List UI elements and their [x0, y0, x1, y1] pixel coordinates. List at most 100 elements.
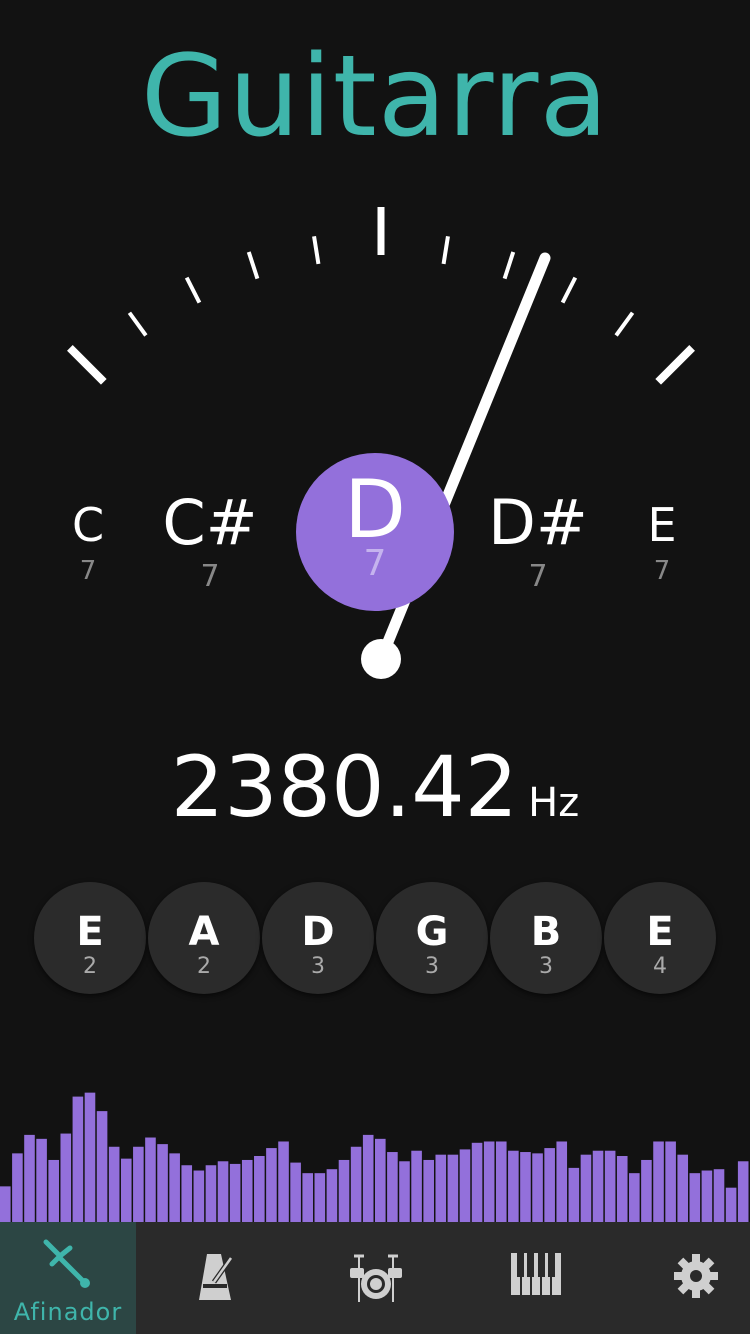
bottom-nav: Afinador: [0, 1222, 750, 1334]
spectrum-bar: [725, 1187, 737, 1222]
spectrum-bar: [399, 1161, 410, 1222]
gauge-tick: [127, 311, 148, 337]
spectrum-bar: [459, 1149, 471, 1222]
gauge-tick: [614, 311, 635, 337]
string-button-a2[interactable]: A 2: [148, 882, 260, 994]
spectrum-bar: [689, 1173, 701, 1222]
tab-tuner[interactable]: Afinador: [0, 1222, 136, 1334]
gauge-tick: [184, 276, 202, 304]
gauge-tick: [312, 235, 321, 265]
spectrum-bar: [157, 1144, 168, 1222]
spectrum-bar: [84, 1092, 96, 1222]
string-octave: 4: [653, 954, 667, 979]
spectrum-bar: [471, 1142, 483, 1222]
gauge-tick: [441, 235, 450, 265]
string-octave: 3: [539, 954, 553, 979]
spectrum-bar: [375, 1138, 386, 1222]
string-octave: 2: [83, 954, 97, 979]
note-octave: 7: [79, 556, 97, 586]
spectrum-bar: [677, 1154, 689, 1222]
spectrum-bar: [108, 1146, 120, 1222]
note-e: E 7: [622, 498, 702, 586]
metronome-icon: [195, 1252, 237, 1306]
spectrum-bar: [217, 1161, 229, 1222]
frequency-unit: Hz: [528, 780, 580, 826]
tab-piano[interactable]: [468, 1222, 604, 1334]
gauge-tick: [67, 345, 107, 385]
gear-icon: [672, 1252, 720, 1304]
spectrum-bar: [653, 1141, 664, 1222]
string-octave: 3: [425, 954, 439, 979]
spectrum-bar: [629, 1173, 640, 1222]
spectrum-bar: [12, 1153, 23, 1222]
spectrum-bar: [508, 1150, 519, 1222]
tab-settings[interactable]: [628, 1222, 750, 1334]
string-note: D: [301, 909, 335, 955]
spectrum-bar: [665, 1141, 676, 1222]
string-note: A: [188, 909, 220, 955]
tuning-fork-icon: [38, 1236, 98, 1300]
spectrum-bar: [60, 1133, 72, 1222]
spectrum-bar: [483, 1141, 495, 1222]
spectrum-bar: [592, 1150, 604, 1222]
spectrum-bar: [278, 1141, 289, 1222]
spectrum-bar: [266, 1148, 277, 1222]
spectrum-bar: [435, 1154, 447, 1222]
spectrum-bar: [520, 1152, 531, 1222]
spectrum-bar: [314, 1173, 326, 1222]
spectrum-bar: [544, 1148, 555, 1222]
piano-icon: [510, 1252, 562, 1300]
spectrum-bar: [532, 1153, 543, 1222]
note-octave: 7: [528, 559, 548, 594]
spectrum-bar: [205, 1165, 217, 1222]
spectrum-bar: [133, 1146, 144, 1222]
spectrum-bar: [616, 1156, 628, 1222]
string-octave: 3: [311, 954, 325, 979]
spectrum-bar: [254, 1156, 265, 1222]
spectrum-bar: [72, 1096, 84, 1222]
spectrum-bar: [713, 1169, 725, 1222]
drum-kit-icon: [348, 1252, 404, 1308]
note-c-sharp: C# 7: [150, 486, 270, 594]
string-button-g3[interactable]: G 3: [376, 882, 488, 994]
frequency-readout: 2380.42 Hz: [0, 738, 750, 836]
spectrum-bar: [193, 1170, 205, 1222]
spectrum-bar: [290, 1162, 301, 1222]
string-button-e4[interactable]: E 4: [604, 882, 716, 994]
string-note: E: [76, 909, 104, 955]
gauge-tick: [502, 251, 516, 280]
spectrum-bar: [36, 1138, 47, 1222]
note-name: D#: [488, 486, 588, 559]
string-button-d3[interactable]: D 3: [262, 882, 374, 994]
spectrum-bar: [48, 1159, 59, 1222]
spectrum-bar: [641, 1159, 652, 1222]
spectrum-bar: [0, 1186, 11, 1222]
gauge-tick: [246, 251, 260, 280]
string-note: E: [646, 909, 674, 955]
spectrum-bar: [326, 1169, 338, 1222]
spectrum-bar: [447, 1154, 459, 1222]
string-button-e2[interactable]: E 2: [34, 882, 146, 994]
spectrum-bar: [556, 1141, 568, 1222]
spectrum-bar: [302, 1173, 314, 1222]
spectrum-bar: [604, 1150, 616, 1222]
string-button-b3[interactable]: B 3: [490, 882, 602, 994]
note-name: E: [647, 498, 677, 552]
note-c: C 7: [48, 498, 128, 586]
spectrum-bar: [350, 1146, 362, 1222]
string-octave: 2: [197, 954, 211, 979]
note-name: C: [71, 498, 105, 552]
audio-spectrum: [0, 1092, 749, 1222]
tab-label: Afinador: [13, 1298, 123, 1326]
spectrum-bar: [580, 1154, 592, 1222]
spectrum-bar: [24, 1134, 35, 1222]
gauge-tick: [560, 276, 578, 304]
gauge-ticks: [67, 207, 695, 385]
tuner-gauge: [67, 207, 695, 679]
needle-pivot: [361, 639, 401, 679]
gauge-tick: [655, 345, 695, 385]
tab-metronome[interactable]: [148, 1222, 284, 1334]
note-octave: 7: [653, 556, 671, 586]
tab-drums[interactable]: [308, 1222, 444, 1334]
spectrum-bar: [411, 1150, 422, 1222]
